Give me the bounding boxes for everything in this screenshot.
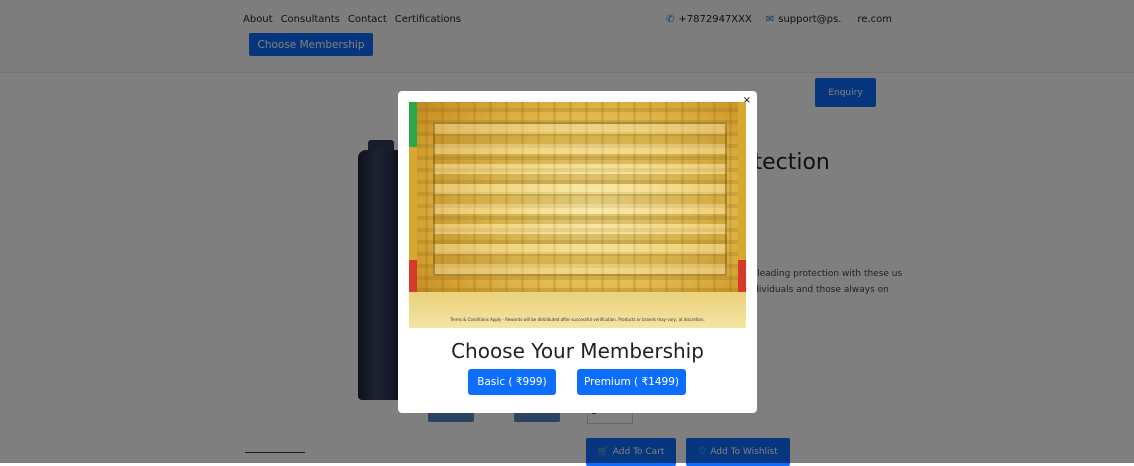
premium-membership-button[interactable]: Premium ( ₹1499) <box>577 369 686 395</box>
modal-title: Choose Your Membership <box>451 339 704 363</box>
membership-modal: × Terms & Conditions Apply · Rewards wil… <box>398 91 757 413</box>
banner-artwork <box>433 122 727 276</box>
basic-membership-button[interactable]: Basic ( ₹999) <box>468 369 556 395</box>
banner-footer <box>409 292 746 328</box>
membership-banner-image: Terms & Conditions Apply · Rewards will … <box>409 102 746 328</box>
banner-terms: Terms & Conditions Apply · Rewards will … <box>450 317 705 322</box>
